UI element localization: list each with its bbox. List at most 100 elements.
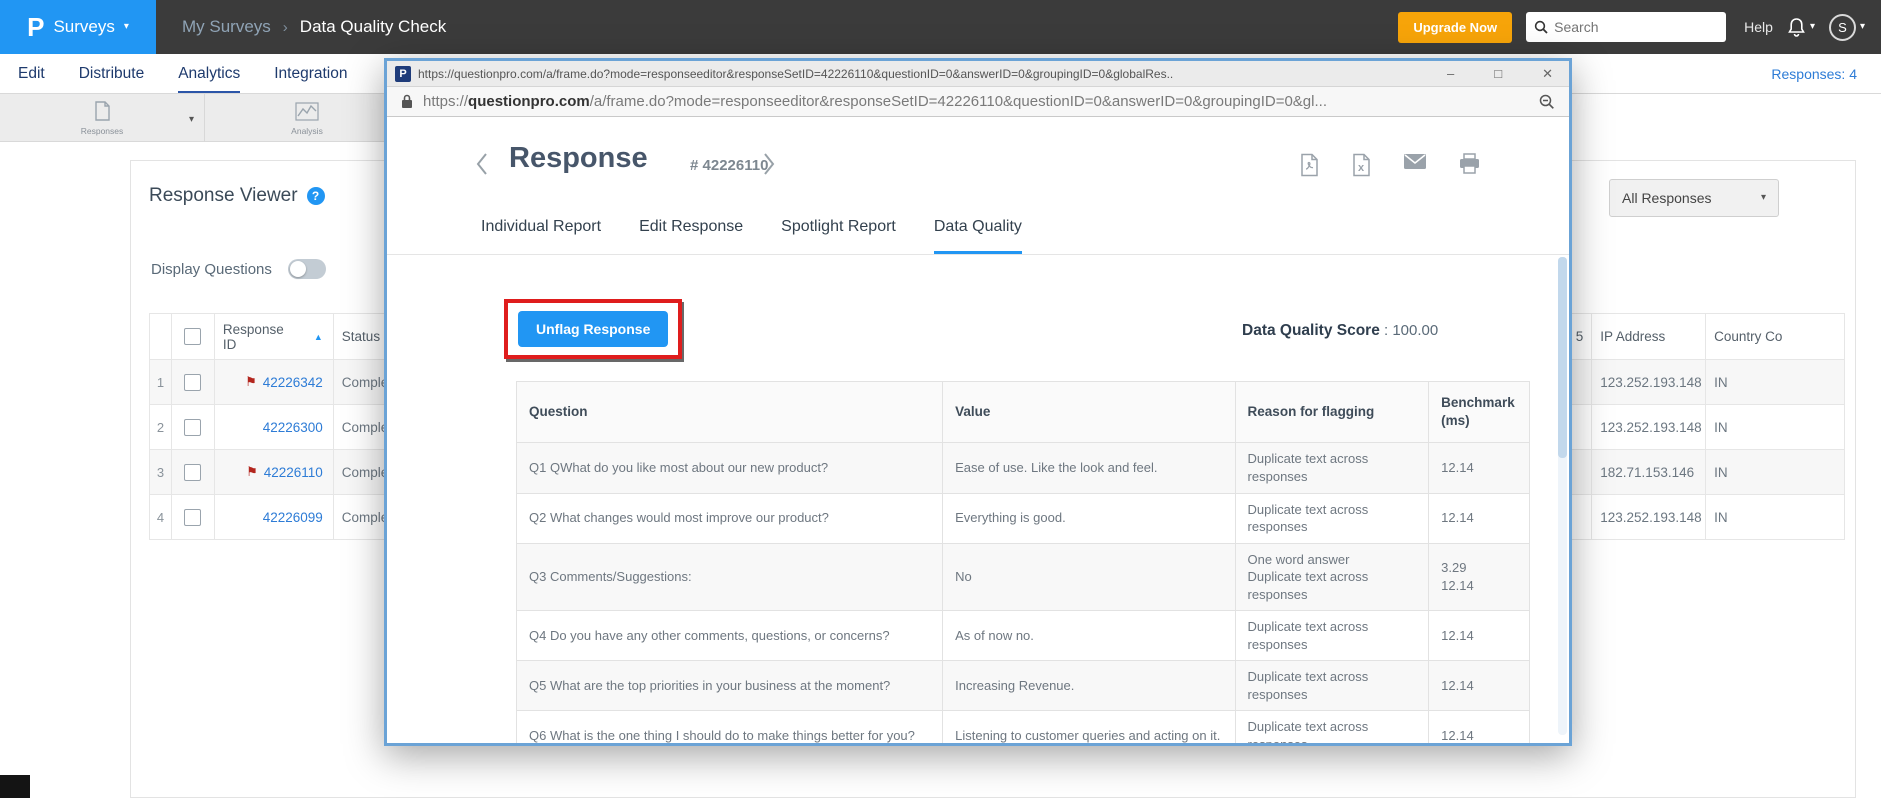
chevron-down-icon: ▾ — [123, 21, 129, 32]
window-title: https://questionpro.com/a/frame.do?mode=… — [418, 66, 1174, 81]
tab-data-quality[interactable]: Data Quality — [934, 200, 1022, 254]
row-checkbox[interactable] — [184, 463, 202, 481]
zoom-icon[interactable] — [1539, 94, 1555, 110]
response-id-link[interactable]: 42226110 — [264, 465, 323, 480]
responses-count: Responses: 4 — [1771, 65, 1857, 82]
breadcrumb: My Surveys › Data Quality Check — [182, 17, 446, 37]
column-header-country[interactable]: Country Co — [1706, 314, 1844, 359]
data-quality-table: Question Value Reason for flagging Bench… — [516, 381, 1530, 743]
response-id-link[interactable]: 42226300 — [263, 420, 323, 435]
toggle-knob — [289, 261, 306, 277]
help-link[interactable]: Help — [1744, 19, 1773, 35]
top-navbar: P Surveys ▾ My Surveys › Data Quality Ch… — [0, 0, 1881, 54]
reason-cell: One word answer Duplicate text across res… — [1236, 543, 1430, 611]
quality-table-row: Q5 What are the top priorities in your b… — [517, 661, 1529, 712]
unflag-response-button[interactable]: Unflag Response — [518, 311, 669, 347]
svg-text:x: x — [1358, 162, 1365, 174]
reason-cell: Duplicate text across responses — [1236, 443, 1430, 493]
quality-table-row: Q1 QWhat do you like most about our new … — [517, 443, 1529, 494]
minimize-button[interactable]: – — [1447, 67, 1454, 80]
value-cell: Increasing Revenue. — [943, 661, 1236, 711]
product-name: Surveys — [53, 17, 115, 36]
questionpro-favicon: P — [395, 65, 411, 82]
row-checkbox[interactable] — [184, 418, 202, 436]
account-menu[interactable]: S ▾ — [1828, 13, 1865, 41]
row-checkbox[interactable] — [184, 508, 202, 526]
scrollbar-thumb[interactable] — [1558, 257, 1567, 458]
quality-table-row: Q4 Do you have any other comments, quest… — [517, 611, 1529, 662]
previous-response-button[interactable] — [475, 151, 489, 177]
address-bar[interactable]: https://questionpro.com/a/frame.do?mode=… — [387, 87, 1569, 117]
country-cell: IN — [1714, 419, 1728, 435]
reason-cell: Duplicate text across responses — [1236, 661, 1430, 711]
sort-asc-icon: ▲ — [313, 331, 323, 342]
question-cell: Q4 Do you have any other comments, quest… — [517, 611, 944, 661]
response-id-link[interactable]: 42226099 — [263, 510, 323, 525]
tab-edit-response[interactable]: Edit Response — [639, 200, 743, 254]
next-response-button[interactable] — [762, 151, 776, 177]
value-cell: Everything is good. — [943, 493, 1236, 543]
surveys-menu[interactable]: P Surveys ▾ — [0, 0, 156, 54]
row-checkbox[interactable] — [184, 373, 202, 391]
value-cell: No — [943, 543, 1236, 611]
close-button[interactable]: ✕ — [1542, 67, 1553, 80]
page-title: Response Viewer — [149, 185, 298, 206]
address-url: https://questionpro.com/a/frame.do?mode=… — [423, 93, 1327, 110]
question-cell: Q6 What is the one thing I should do to … — [517, 711, 944, 743]
ip-cell: 182.71.153.146 — [1592, 450, 1707, 494]
value-cell: Listening to customer queries and acting… — [943, 711, 1236, 743]
display-questions-label: Display Questions — [151, 260, 272, 278]
data-quality-score: Data Quality Score : 100.00 — [1242, 322, 1439, 339]
response-id-link[interactable]: 42226342 — [263, 375, 323, 390]
nav-item-edit[interactable]: Edit — [18, 54, 45, 93]
nav-item-distribute[interactable]: Distribute — [79, 54, 144, 93]
notifications-menu[interactable]: ▾ — [1787, 17, 1815, 38]
responses-tool-button[interactable]: Responses ▾ — [0, 94, 205, 142]
row-number: 3 — [150, 450, 172, 494]
country-cell: IN — [1714, 374, 1728, 390]
analysis-tool-button[interactable]: Analysis ▾ — [205, 94, 410, 142]
ip-cell: 123.252.193.148 — [1592, 360, 1707, 404]
bottom-left-widget[interactable] — [0, 775, 30, 798]
screen: P Surveys ▾ My Surveys › Data Quality Ch… — [0, 0, 1881, 798]
responses-filter-dropdown[interactable]: All Responses ▾ — [1609, 179, 1779, 217]
flag-icon: ⚑ — [246, 464, 258, 479]
column-header-benchmark: Benchmark (ms) — [1441, 395, 1515, 429]
search-input[interactable] — [1554, 19, 1705, 35]
row-number: 4 — [150, 495, 172, 539]
chevron-down-icon: ▾ — [1809, 21, 1815, 32]
column-header-question: Question — [517, 382, 944, 443]
email-icon[interactable] — [1403, 153, 1427, 177]
display-questions-toggle[interactable] — [287, 259, 326, 279]
select-all-checkbox[interactable] — [184, 328, 202, 345]
help-badge-icon[interactable]: ? — [306, 187, 325, 205]
question-cell: Q5 What are the top priorities in your b… — [517, 661, 944, 711]
export-pdf-icon[interactable] — [1299, 153, 1320, 177]
column-header-value: Value — [943, 382, 1236, 443]
export-excel-icon[interactable]: x — [1351, 153, 1372, 177]
questionpro-logo-icon: P — [27, 12, 45, 42]
document-icon — [91, 100, 113, 124]
print-icon[interactable] — [1458, 153, 1481, 177]
question-cell: Q2 What changes would most improve our p… — [517, 493, 944, 543]
window-titlebar[interactable]: P https://questionpro.com/a/frame.do?mod… — [387, 61, 1569, 87]
reason-cell: Duplicate text across responses — [1236, 711, 1430, 743]
tab-individual-report[interactable]: Individual Report — [481, 200, 601, 254]
flag-icon: ⚑ — [245, 374, 257, 389]
upgrade-now-button[interactable]: Upgrade Now — [1398, 11, 1513, 43]
column-header-response-id[interactable]: Response ID ▲ — [215, 314, 334, 359]
value-cell: As of now no. — [943, 611, 1236, 661]
chevron-down-icon: ▾ — [1859, 21, 1865, 32]
quality-table-row: Q2 What changes would most improve our p… — [517, 493, 1529, 544]
breadcrumb-my-surveys[interactable]: My Surveys — [182, 17, 271, 37]
tab-spotlight-report[interactable]: Spotlight Report — [781, 200, 896, 254]
nav-item-integration[interactable]: Integration — [274, 54, 347, 93]
popup-scrollbar[interactable] — [1558, 257, 1567, 735]
nav-item-analytics[interactable]: Analytics — [178, 54, 240, 93]
maximize-button[interactable]: □ — [1494, 67, 1502, 80]
lock-icon — [401, 94, 413, 109]
column-header-ip[interactable]: IP Address — [1592, 314, 1707, 359]
global-search[interactable] — [1526, 12, 1727, 42]
reason-cell: Duplicate text across responses — [1236, 611, 1430, 661]
avatar: S — [1828, 13, 1856, 41]
